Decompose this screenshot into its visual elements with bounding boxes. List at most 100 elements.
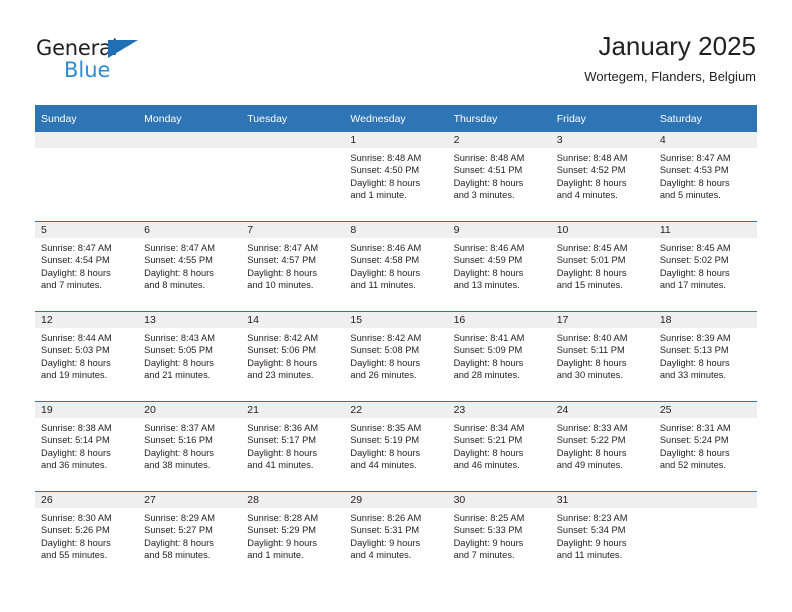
sunrise-time: Sunrise: 8:45 AM — [556, 243, 628, 253]
calendar-day-cell[interactable]: 9 Sunrise: 8:46 AM Sunset: 4:59 PM Daylight… — [447, 221, 551, 312]
calendar-day-cell[interactable]: 6 Sunrise: 8:47 AM Sunset: 4:55 PM Daylight… — [138, 221, 242, 312]
sunrise-time: Sunrise: 8:33 AM — [556, 423, 628, 433]
sunset-time: Sunset: 5:17 PM — [247, 435, 317, 446]
weekday-header-monday: Monday — [138, 105, 242, 132]
daylight-duration-line1: Daylight: 8 hours — [144, 267, 214, 278]
daylight-duration-line1: Daylight: 8 hours — [556, 177, 627, 188]
daylight-duration-line1: Daylight: 8 hours — [453, 177, 524, 188]
sunrise-time: Sunrise: 8:41 AM — [453, 333, 525, 343]
sunset-time: Sunset: 5:29 PM — [247, 525, 317, 536]
daylight-duration-line1: Daylight: 8 hours — [350, 267, 421, 278]
daylight-duration-line1: Daylight: 8 hours — [41, 537, 111, 548]
day-details: Sunrise: 8:47 AM Sunset: 4:54 PM Daylight:… — [35, 238, 138, 292]
calendar-day-cell[interactable]: 22 Sunrise: 8:35 AM Sunset: 5:19 PM Dayligh… — [344, 401, 448, 492]
weekday-header-row: Sunday Monday Tuesday Wednesday Thursday… — [35, 105, 757, 132]
sunrise-time: Sunrise: 8:31 AM — [659, 423, 731, 433]
calendar-day-cell[interactable]: 28 Sunrise: 8:28 AM Sunset: 5:29 PM Dayligh… — [241, 491, 345, 581]
day-number: 31 — [550, 492, 654, 508]
day-details: Sunrise: 8:42 AM Sunset: 5:08 PM Daylight:… — [344, 328, 447, 382]
calendar-day-cell[interactable]: 25 Sunrise: 8:31 AM Sunset: 5:24 PM Dayligh… — [653, 401, 757, 492]
sunset-time: Sunset: 4:57 PM — [247, 255, 317, 266]
calendar-day-cell[interactable]: 21 Sunrise: 8:36 AM Sunset: 5:17 PM Dayligh… — [241, 401, 345, 492]
day-details: Sunrise: 8:47 AM Sunset: 4:57 PM Daylight:… — [241, 238, 344, 292]
calendar-day-cell[interactable]: 15 Sunrise: 8:42 AM Sunset: 5:08 PM Dayligh… — [344, 311, 448, 402]
calendar-day-cell-empty — [138, 132, 242, 222]
day-number — [241, 132, 345, 148]
calendar-day-cell[interactable]: 20 Sunrise: 8:37 AM Sunset: 5:16 PM Dayligh… — [138, 401, 242, 492]
daylight-duration-line2: and 1 minute. — [350, 190, 407, 201]
weekday-header-friday: Friday — [550, 105, 654, 132]
calendar-day-cell[interactable]: 24 Sunrise: 8:33 AM Sunset: 5:22 PM Dayligh… — [550, 401, 654, 492]
calendar-body: 1 Sunrise: 8:48 AM Sunset: 4:50 PM Daylight… — [35, 132, 757, 581]
calendar-day-cell[interactable]: 7 Sunrise: 8:47 AM Sunset: 4:57 PM Daylight… — [241, 221, 345, 312]
calendar-day-cell[interactable]: 10 Sunrise: 8:45 AM Sunset: 5:01 PM Dayligh… — [550, 221, 654, 312]
sunset-time: Sunset: 4:51 PM — [453, 165, 523, 176]
calendar-day-cell[interactable]: 14 Sunrise: 8:42 AM Sunset: 5:06 PM Dayligh… — [241, 311, 345, 402]
sunset-time: Sunset: 5:33 PM — [453, 525, 523, 536]
day-number — [138, 132, 242, 148]
daylight-duration-line1: Daylight: 8 hours — [659, 447, 730, 458]
calendar-day-cell[interactable]: 27 Sunrise: 8:29 AM Sunset: 5:27 PM Dayligh… — [138, 491, 242, 581]
sunrise-time: Sunrise: 8:38 AM — [41, 423, 112, 433]
day-details: Sunrise: 8:37 AM Sunset: 5:16 PM Daylight:… — [138, 418, 241, 472]
calendar-day-cell[interactable]: 8 Sunrise: 8:46 AM Sunset: 4:58 PM Daylight… — [344, 221, 448, 312]
calendar-day-cell[interactable]: 4 Sunrise: 8:47 AM Sunset: 4:53 PM Daylight… — [653, 132, 757, 222]
general-blue-logo[interactable]: General Blue — [36, 36, 166, 82]
daylight-duration-line2: and 17 minutes. — [659, 280, 726, 291]
logo-triangle-icon — [108, 40, 138, 58]
day-number: 19 — [35, 402, 139, 418]
daylight-duration-line1: Daylight: 8 hours — [247, 267, 318, 278]
sunset-time: Sunset: 5:02 PM — [659, 255, 729, 266]
day-number: 22 — [344, 402, 448, 418]
calendar-day-cell[interactable]: 18 Sunrise: 8:39 AM Sunset: 5:13 PM Dayligh… — [653, 311, 757, 402]
sunrise-time: Sunrise: 8:36 AM — [247, 423, 319, 433]
calendar-day-cell[interactable]: 26 Sunrise: 8:30 AM Sunset: 5:26 PM Dayligh… — [35, 491, 139, 581]
day-number — [35, 132, 139, 148]
sunrise-time: Sunrise: 8:42 AM — [350, 333, 422, 343]
calendar-day-cell[interactable]: 17 Sunrise: 8:40 AM Sunset: 5:11 PM Dayligh… — [550, 311, 654, 402]
page-header: General Blue January 2025 Wortegem, Flan… — [0, 0, 792, 100]
sunset-time: Sunset: 5:03 PM — [41, 345, 110, 356]
calendar-day-cell[interactable]: 5 Sunrise: 8:47 AM Sunset: 4:54 PM Daylight… — [35, 221, 139, 312]
daylight-duration-line2: and 15 minutes. — [556, 280, 623, 291]
calendar-day-cell[interactable]: 19 Sunrise: 8:38 AM Sunset: 5:14 PM Dayligh… — [35, 401, 139, 492]
daylight-duration-line2: and 38 minutes. — [144, 460, 211, 471]
sunrise-time: Sunrise: 8:46 AM — [350, 243, 422, 253]
sunset-time: Sunset: 4:54 PM — [41, 255, 110, 266]
calendar-day-cell[interactable]: 3 Sunrise: 8:48 AM Sunset: 4:52 PM Daylight… — [550, 132, 654, 222]
daylight-duration-line1: Daylight: 9 hours — [247, 537, 318, 548]
daylight-duration-line1: Daylight: 8 hours — [659, 357, 730, 368]
day-number: 7 — [241, 222, 345, 238]
day-number: 5 — [35, 222, 139, 238]
day-number: 25 — [653, 402, 757, 418]
calendar-day-cell[interactable]: 2 Sunrise: 8:48 AM Sunset: 4:51 PM Daylight… — [447, 132, 551, 222]
calendar-day-cell[interactable]: 13 Sunrise: 8:43 AM Sunset: 5:05 PM Dayligh… — [138, 311, 242, 402]
day-details: Sunrise: 8:26 AM Sunset: 5:31 PM Daylight:… — [344, 508, 447, 562]
calendar-day-cell[interactable]: 29 Sunrise: 8:26 AM Sunset: 5:31 PM Dayligh… — [344, 491, 448, 581]
day-number: 11 — [653, 222, 757, 238]
calendar-day-cell[interactable]: 1 Sunrise: 8:48 AM Sunset: 4:50 PM Daylight… — [344, 132, 448, 222]
calendar-day-cell[interactable]: 11 Sunrise: 8:45 AM Sunset: 5:02 PM Dayligh… — [653, 221, 757, 312]
sunset-time: Sunset: 4:53 PM — [659, 165, 729, 176]
sunrise-time: Sunrise: 8:23 AM — [556, 513, 628, 523]
day-number: 26 — [35, 492, 139, 508]
calendar-day-cell[interactable]: 31 Sunrise: 8:23 AM Sunset: 5:34 PM Dayligh… — [550, 491, 654, 581]
calendar-day-cell[interactable]: 23 Sunrise: 8:34 AM Sunset: 5:21 PM Dayligh… — [447, 401, 551, 492]
calendar-page: General Blue January 2025 Wortegem, Flan… — [0, 0, 792, 612]
sunset-time: Sunset: 5:22 PM — [556, 435, 626, 446]
day-number: 16 — [447, 312, 551, 328]
logo-text-blue: Blue — [64, 58, 111, 82]
calendar-day-cell[interactable]: 12 Sunrise: 8:44 AM Sunset: 5:03 PM Dayligh… — [35, 311, 139, 402]
daylight-duration-line2: and 19 minutes. — [41, 370, 108, 381]
sunrise-time: Sunrise: 8:43 AM — [144, 333, 215, 343]
calendar-day-cell[interactable]: 30 Sunrise: 8:25 AM Sunset: 5:33 PM Dayligh… — [447, 491, 551, 581]
daylight-duration-line1: Daylight: 9 hours — [350, 537, 421, 548]
daylight-duration-line1: Daylight: 8 hours — [453, 357, 524, 368]
calendar-day-cell[interactable]: 16 Sunrise: 8:41 AM Sunset: 5:09 PM Dayligh… — [447, 311, 551, 402]
day-details: Sunrise: 8:43 AM Sunset: 5:05 PM Daylight:… — [138, 328, 241, 382]
day-details: Sunrise: 8:29 AM Sunset: 5:27 PM Daylight:… — [138, 508, 241, 562]
sunset-time: Sunset: 5:26 PM — [41, 525, 110, 536]
sunrise-time: Sunrise: 8:47 AM — [144, 243, 215, 253]
day-details: Sunrise: 8:28 AM Sunset: 5:29 PM Daylight:… — [241, 508, 344, 562]
daylight-duration-line2: and 3 minutes. — [453, 190, 515, 201]
